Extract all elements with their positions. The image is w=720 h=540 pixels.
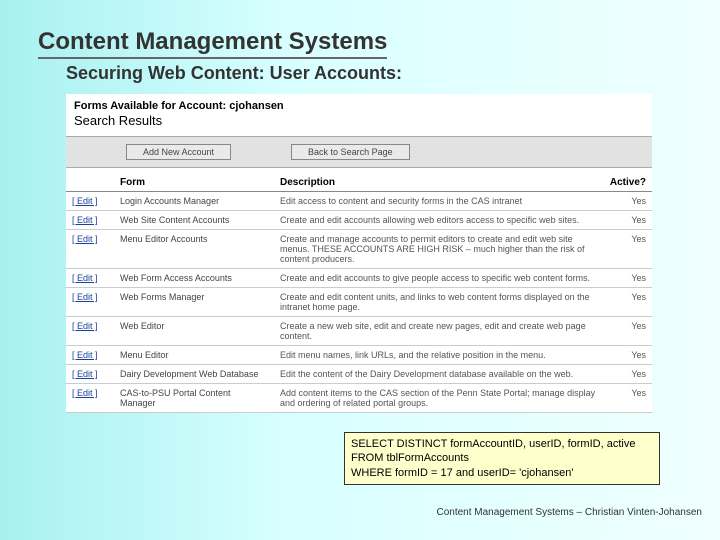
edit-link[interactable]: [ Edit ]: [66, 211, 114, 230]
form-active: Yes: [604, 384, 652, 413]
form-name: Web Forms Manager: [114, 288, 274, 317]
form-active: Yes: [604, 269, 652, 288]
table-row: [ Edit ] Menu Editor Edit menu names, li…: [66, 346, 652, 365]
panel-subheading: Search Results: [74, 113, 644, 128]
form-desc: Create and manage accounts to permit edi…: [274, 230, 604, 269]
edit-link[interactable]: [ Edit ]: [66, 269, 114, 288]
table-row: [ Edit ] Web Editor Create a new web sit…: [66, 317, 652, 346]
sql-line: WHERE formID = 17 and userID= 'cjohansen…: [351, 466, 653, 480]
edit-link[interactable]: [ Edit ]: [66, 346, 114, 365]
page-subtitle: Securing Web Content: User Accounts:: [66, 63, 682, 84]
results-panel: Forms Available for Account: cjohansen S…: [66, 94, 652, 413]
form-active: Yes: [604, 288, 652, 317]
table-row: [ Edit ] Menu Editor Accounts Create and…: [66, 230, 652, 269]
form-active: Yes: [604, 317, 652, 346]
edit-link[interactable]: [ Edit ]: [66, 365, 114, 384]
edit-link[interactable]: [ Edit ]: [66, 384, 114, 413]
back-to-search-button[interactable]: Back to Search Page: [291, 144, 410, 160]
sql-tooltip: SELECT DISTINCT formAccountID, userID, f…: [344, 432, 660, 485]
form-desc: Edit the content of the Dairy Developmen…: [274, 365, 604, 384]
col-edit: [66, 174, 114, 192]
form-active: Yes: [604, 192, 652, 211]
form-name: Menu Editor: [114, 346, 274, 365]
form-name: Web Editor: [114, 317, 274, 346]
form-desc: Create and edit accounts to give people …: [274, 269, 604, 288]
sql-line: FROM tblFormAccounts: [351, 451, 653, 465]
button-bar: Add New Account Back to Search Page: [66, 136, 652, 168]
col-active: Active?: [604, 174, 652, 192]
form-name: Menu Editor Accounts: [114, 230, 274, 269]
form-desc: Create and edit accounts allowing web ed…: [274, 211, 604, 230]
add-new-account-button[interactable]: Add New Account: [126, 144, 231, 160]
edit-link[interactable]: [ Edit ]: [66, 192, 114, 211]
form-name: CAS-to-PSU Portal Content Manager: [114, 384, 274, 413]
table-row: [ Edit ] Login Accounts Manager Edit acc…: [66, 192, 652, 211]
form-active: Yes: [604, 230, 652, 269]
table-row: [ Edit ] Web Form Access Accounts Create…: [66, 269, 652, 288]
edit-link[interactable]: [ Edit ]: [66, 288, 114, 317]
page-title: Content Management Systems: [38, 28, 387, 59]
form-active: Yes: [604, 211, 652, 230]
form-desc: Edit access to content and security form…: [274, 192, 604, 211]
col-description: Description: [274, 174, 604, 192]
form-name: Dairy Development Web Database: [114, 365, 274, 384]
results-table: Form Description Active? [ Edit ] Login …: [66, 174, 652, 413]
form-name: Login Accounts Manager: [114, 192, 274, 211]
form-active: Yes: [604, 365, 652, 384]
form-active: Yes: [604, 346, 652, 365]
panel-heading: Forms Available for Account: cjohansen: [74, 100, 644, 112]
table-row: [ Edit ] Web Site Content Accounts Creat…: [66, 211, 652, 230]
col-form: Form: [114, 174, 274, 192]
form-name: Web Form Access Accounts: [114, 269, 274, 288]
table-row: [ Edit ] Dairy Development Web Database …: [66, 365, 652, 384]
form-desc: Create and edit content units, and links…: [274, 288, 604, 317]
edit-link[interactable]: [ Edit ]: [66, 317, 114, 346]
slide-footer: Content Management Systems – Christian V…: [436, 507, 702, 518]
table-row: [ Edit ] Web Forms Manager Create and ed…: [66, 288, 652, 317]
form-desc: Add content items to the CAS section of …: [274, 384, 604, 413]
table-row: [ Edit ] CAS-to-PSU Portal Content Manag…: [66, 384, 652, 413]
form-name: Web Site Content Accounts: [114, 211, 274, 230]
form-desc: Edit menu names, link URLs, and the rela…: [274, 346, 604, 365]
edit-link[interactable]: [ Edit ]: [66, 230, 114, 269]
form-desc: Create a new web site, edit and create n…: [274, 317, 604, 346]
sql-line: SELECT DISTINCT formAccountID, userID, f…: [351, 437, 653, 451]
